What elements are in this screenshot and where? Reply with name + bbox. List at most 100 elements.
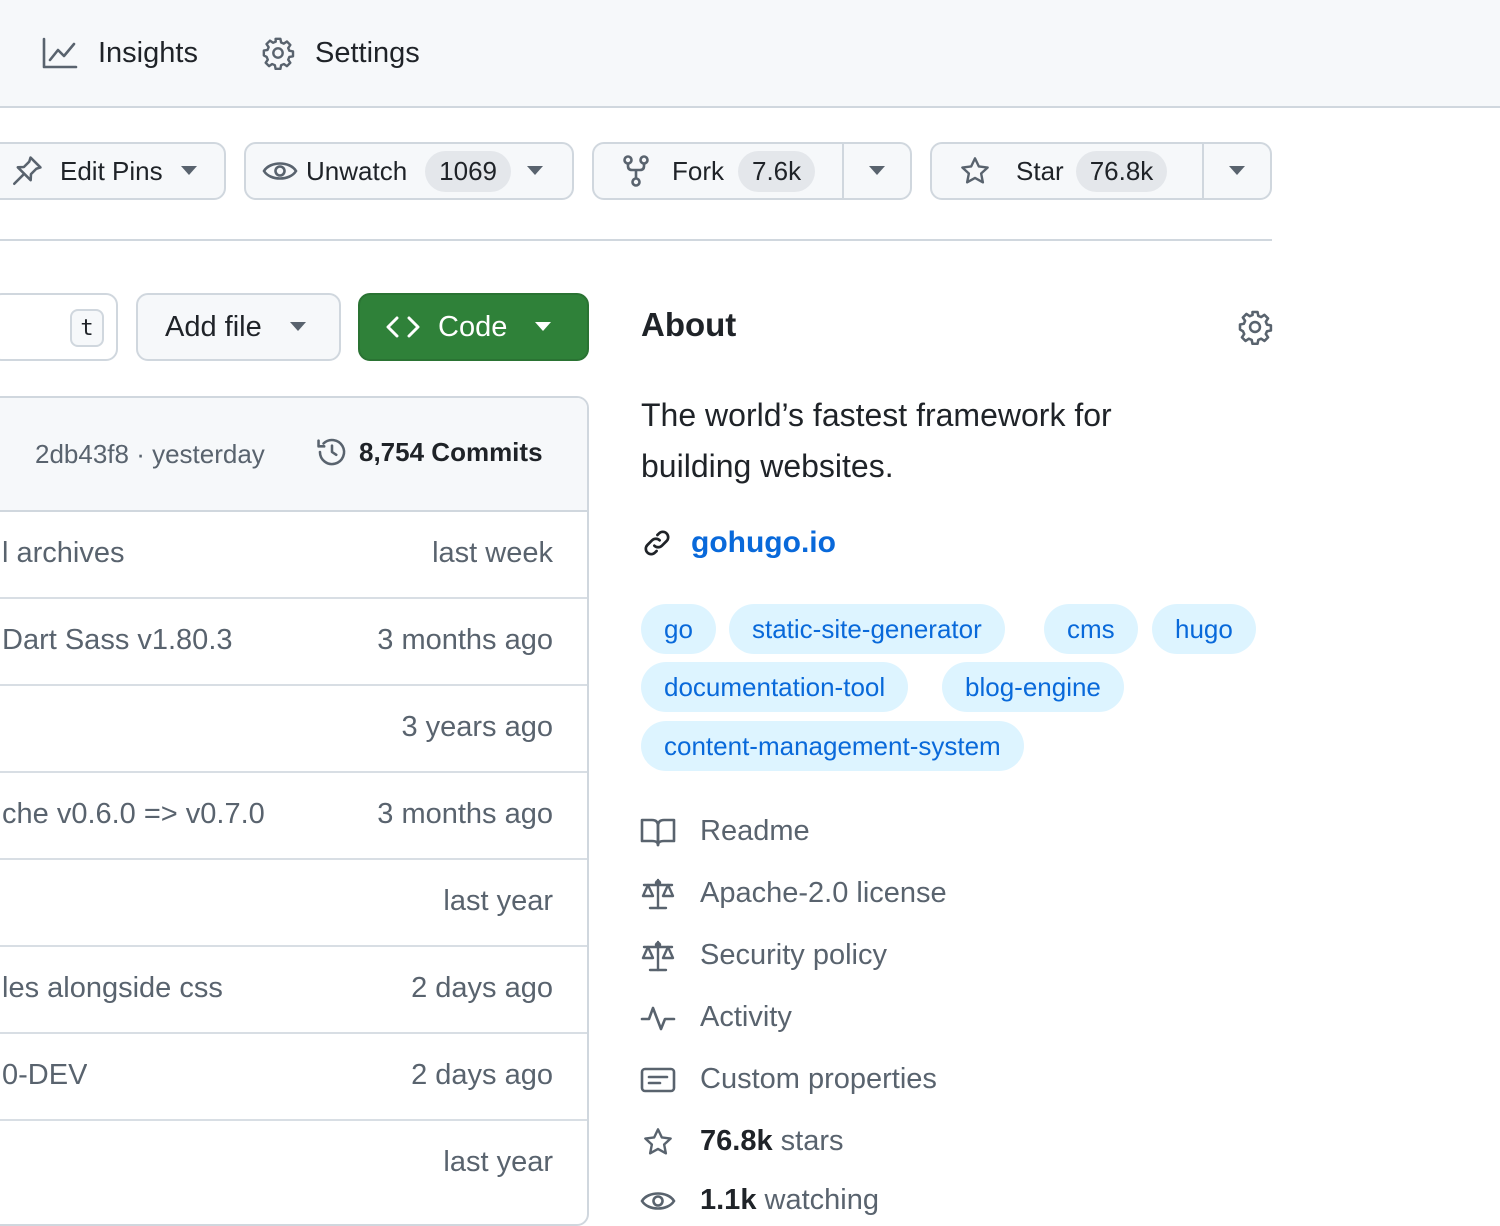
add-file-label: Add file [165,310,262,343]
commit-time: 2 days ago [411,972,553,1004]
caret-down-icon [869,166,885,176]
commit-time: 3 years ago [401,711,553,743]
star-icon [958,155,992,187]
unwatch-button[interactable]: Unwatch 1069 [244,142,574,200]
topic-tag[interactable]: documentation-tool [641,662,909,712]
table-row[interactable]: les alongside css 2 days ago [0,945,587,1034]
topic-tag[interactable]: static-site-generator [729,604,1005,654]
settings-tab[interactable]: Settings [261,0,420,106]
star-dropdown-button[interactable] [1204,144,1270,198]
commit-time: 3 months ago [377,798,553,830]
repo-description: The world’s fastest framework for buildi… [641,397,1112,484]
law-icon [640,878,676,910]
table-row[interactable]: Dart Sass v1.80.3 3 months ago [0,597,587,686]
commits-count: 8,754 Commits [359,436,543,467]
watching-link[interactable]: 1.1k watching [640,1184,879,1217]
commits-link[interactable]: 8,754 Commits [315,435,543,469]
commit-sha-time[interactable]: 2db43f8 · yesterday [35,439,265,470]
commit-time: last week [432,537,553,569]
eye-icon [262,157,298,185]
license-label: Apache-2.0 license [700,877,947,909]
custom-properties-link[interactable]: Custom properties [640,1063,937,1096]
fork-dropdown-button[interactable] [844,144,910,198]
caret-down-icon [180,166,197,176]
gear-icon [261,36,295,70]
topic-tag[interactable]: blog-engine [942,662,1124,712]
caret-down-icon [527,166,543,176]
fork-button-group: Fork 7.6k [592,142,912,200]
pulse-icon [640,1004,676,1032]
commit-time: 3 months ago [377,624,553,656]
stars-link[interactable]: 76.8k stars [640,1125,843,1158]
commit-message[interactable]: Dart Sass v1.80.3 [2,597,233,684]
fork-count: 7.6k [738,150,816,192]
header-divider [0,239,1272,241]
caret-down-icon [289,322,306,332]
license-link[interactable]: Apache-2.0 license [640,877,947,910]
commit-message[interactable]: les alongside css [2,945,223,1032]
caret-down-icon [535,322,552,332]
commit-message[interactable]: 0-DEV [2,1032,87,1119]
eye-icon [640,1187,676,1215]
link-icon [641,527,673,559]
graph-icon [42,37,78,69]
commit-time: 2 days ago [411,1059,553,1091]
edit-pins-label: Edit Pins [60,155,163,186]
pin-icon [10,154,44,188]
security-policy-link[interactable]: Security policy [640,939,887,972]
watch-count: 1069 [425,150,511,192]
topic-tag[interactable]: cms [1044,604,1138,654]
commit-message[interactable]: che v0.6.0 => v0.7.0 [2,771,265,858]
shortcut-key: t [70,309,104,347]
add-file-button[interactable]: Add file [136,293,341,361]
insights-tab[interactable]: Insights [42,0,198,106]
repo-nav-bar: Insights Settings [0,0,1500,108]
topic-tag[interactable]: hugo [1152,604,1256,654]
watching-count: 1.1k [700,1184,757,1216]
fork-label[interactable]: Fork [672,156,724,187]
repo-forked-icon [622,155,650,187]
commit-time: last year [443,885,553,917]
topic-tag[interactable]: content-management-system [641,721,1024,771]
star-icon [640,1126,676,1158]
table-row[interactable]: l archives last week [0,510,587,599]
note-icon [640,1066,676,1094]
stars-label: stars [780,1125,844,1157]
gear-icon[interactable] [1237,309,1273,345]
table-row[interactable]: 0-DEV 2 days ago [0,1032,587,1121]
security-policy-label: Security policy [700,939,887,971]
code-label: Code [438,310,508,343]
homepage-link[interactable]: gohugo.io [641,526,836,560]
about-heading: About [641,306,737,343]
stars-count: 76.8k [700,1125,773,1157]
custom-properties-label: Custom properties [700,1063,937,1095]
code-icon [386,315,420,339]
readme-link[interactable]: Readme [640,815,810,848]
homepage-url[interactable]: gohugo.io [691,526,836,560]
table-row[interactable]: last year [0,1119,587,1206]
activity-label: Activity [700,1001,792,1033]
settings-label: Settings [315,36,420,69]
table-row[interactable]: che v0.6.0 => v0.7.0 3 months ago [0,771,587,860]
history-icon [315,435,349,469]
commit-message[interactable]: l archives [2,510,125,597]
table-row[interactable]: last year [0,858,587,947]
law-icon [640,940,676,972]
table-row[interactable]: 3 years ago [0,684,587,773]
file-list: 2db43f8 · yesterday 8,754 Commits l arch… [0,396,589,1226]
insights-label: Insights [98,36,198,69]
commit-time: last year [443,1146,553,1178]
book-icon [640,817,676,847]
unwatch-label: Unwatch [306,155,408,186]
watching-label: watching [764,1184,879,1216]
star-count: 76.8k [1075,150,1168,192]
topic-tag[interactable]: go [641,604,716,654]
code-button[interactable]: Code [358,293,589,361]
caret-down-icon [1229,166,1245,176]
star-button-group: Star 76.8k [930,142,1272,200]
edit-pins-button[interactable]: Edit Pins [0,142,226,200]
latest-commit-bar: 2db43f8 · yesterday 8,754 Commits [0,398,587,512]
activity-link[interactable]: Activity [640,1001,792,1034]
star-label[interactable]: Star [1016,156,1064,187]
readme-label: Readme [700,815,810,847]
